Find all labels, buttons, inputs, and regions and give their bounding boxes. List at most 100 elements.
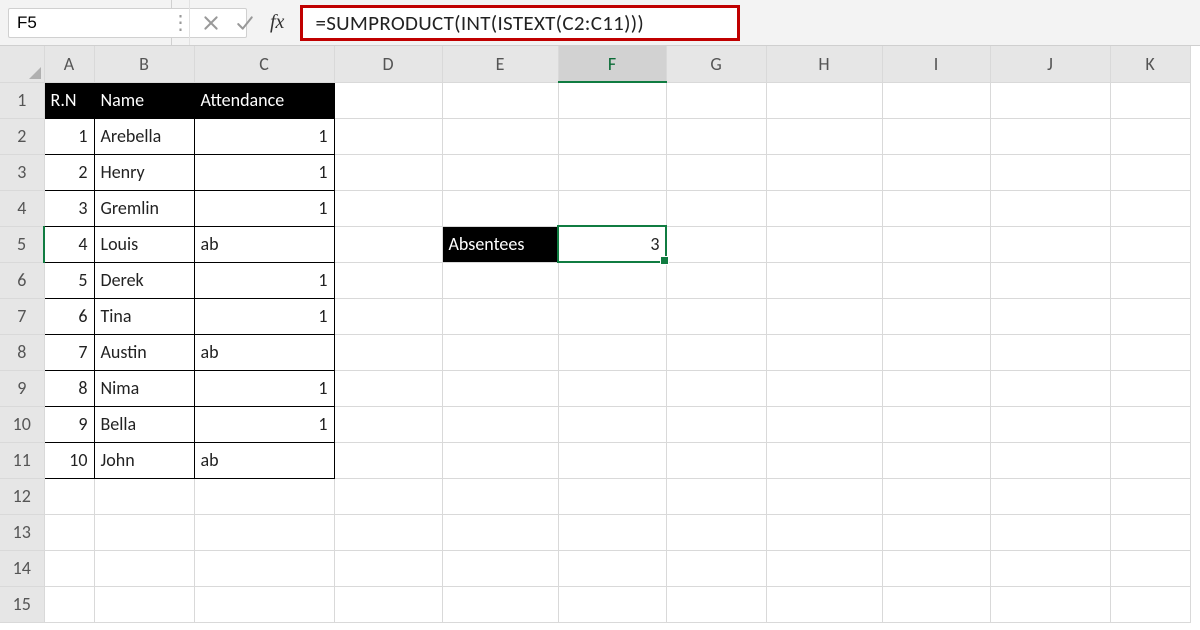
cell[interactable]: 4 bbox=[44, 226, 94, 262]
cell[interactable]: Tina bbox=[94, 298, 194, 334]
col-header[interactable]: B bbox=[94, 46, 194, 82]
cell[interactable] bbox=[990, 334, 1110, 370]
cell[interactable] bbox=[442, 190, 558, 226]
cell[interactable] bbox=[334, 478, 442, 514]
cell[interactable] bbox=[1110, 118, 1190, 154]
cell[interactable] bbox=[666, 370, 766, 406]
cell[interactable] bbox=[1110, 262, 1190, 298]
cell[interactable] bbox=[990, 118, 1110, 154]
cell[interactable] bbox=[1110, 442, 1190, 478]
cell[interactable] bbox=[442, 550, 558, 586]
cell[interactable] bbox=[882, 550, 990, 586]
cell[interactable] bbox=[44, 514, 94, 550]
cell[interactable] bbox=[766, 154, 882, 190]
cell[interactable] bbox=[1110, 298, 1190, 334]
cell[interactable] bbox=[666, 406, 766, 442]
cell[interactable] bbox=[882, 298, 990, 334]
cell[interactable] bbox=[766, 262, 882, 298]
cell[interactable] bbox=[1110, 406, 1190, 442]
cell[interactable] bbox=[558, 514, 666, 550]
cell[interactable] bbox=[666, 514, 766, 550]
cell[interactable] bbox=[882, 586, 990, 622]
absentees-label-cell[interactable]: Absentees bbox=[442, 226, 558, 262]
cell[interactable] bbox=[882, 154, 990, 190]
cell[interactable]: 1 bbox=[194, 154, 334, 190]
cell[interactable] bbox=[94, 478, 194, 514]
cell[interactable] bbox=[334, 82, 442, 118]
cell[interactable] bbox=[882, 406, 990, 442]
cell[interactable] bbox=[990, 406, 1110, 442]
fx-icon[interactable]: fx bbox=[270, 11, 284, 34]
cell[interactable] bbox=[1110, 550, 1190, 586]
cell[interactable] bbox=[558, 442, 666, 478]
row-header[interactable]: 2 bbox=[0, 118, 44, 154]
cell[interactable] bbox=[666, 586, 766, 622]
cell[interactable] bbox=[990, 298, 1110, 334]
cell[interactable] bbox=[334, 406, 442, 442]
cell[interactable] bbox=[558, 118, 666, 154]
cell[interactable] bbox=[558, 550, 666, 586]
cell[interactable] bbox=[558, 262, 666, 298]
cell[interactable] bbox=[882, 262, 990, 298]
row-header[interactable]: 3 bbox=[0, 154, 44, 190]
cell[interactable] bbox=[766, 334, 882, 370]
cell[interactable]: 1 bbox=[194, 298, 334, 334]
cell[interactable]: Attendance bbox=[194, 82, 334, 118]
row-header[interactable]: 4 bbox=[0, 190, 44, 226]
cell[interactable] bbox=[334, 550, 442, 586]
cell[interactable] bbox=[442, 478, 558, 514]
cell[interactable]: 1 bbox=[44, 118, 94, 154]
cell[interactable] bbox=[558, 586, 666, 622]
cell[interactable]: 8 bbox=[44, 370, 94, 406]
cell[interactable] bbox=[558, 478, 666, 514]
cell[interactable]: ab bbox=[194, 442, 334, 478]
cell[interactable]: Name bbox=[94, 82, 194, 118]
cell[interactable] bbox=[666, 262, 766, 298]
cell[interactable]: 2 bbox=[44, 154, 94, 190]
cell[interactable] bbox=[666, 82, 766, 118]
cell[interactable] bbox=[334, 442, 442, 478]
cell[interactable] bbox=[194, 586, 334, 622]
cell[interactable] bbox=[766, 118, 882, 154]
cell[interactable]: 1 bbox=[194, 190, 334, 226]
col-header[interactable]: G bbox=[666, 46, 766, 82]
cell[interactable] bbox=[194, 550, 334, 586]
cell[interactable] bbox=[1110, 226, 1190, 262]
cell[interactable] bbox=[766, 226, 882, 262]
cell[interactable] bbox=[666, 154, 766, 190]
row-header[interactable]: 13 bbox=[0, 514, 44, 550]
cell[interactable] bbox=[990, 262, 1110, 298]
enter-check-icon[interactable] bbox=[234, 12, 256, 34]
cell[interactable] bbox=[334, 514, 442, 550]
cell[interactable] bbox=[666, 442, 766, 478]
row-header[interactable]: 12 bbox=[0, 478, 44, 514]
cell[interactable] bbox=[334, 154, 442, 190]
cell[interactable] bbox=[558, 82, 666, 118]
cell[interactable] bbox=[1110, 154, 1190, 190]
cell[interactable] bbox=[442, 154, 558, 190]
cell[interactable] bbox=[666, 550, 766, 586]
cell[interactable] bbox=[766, 442, 882, 478]
cell[interactable]: 1 bbox=[194, 406, 334, 442]
cell[interactable] bbox=[442, 370, 558, 406]
col-header[interactable]: K bbox=[1110, 46, 1190, 82]
cell[interactable] bbox=[334, 262, 442, 298]
cell[interactable] bbox=[442, 298, 558, 334]
cell[interactable] bbox=[990, 478, 1110, 514]
cell[interactable] bbox=[990, 190, 1110, 226]
cell[interactable] bbox=[1110, 82, 1190, 118]
row-header[interactable]: 1 bbox=[0, 82, 44, 118]
row-header[interactable]: 9 bbox=[0, 370, 44, 406]
active-cell[interactable]: 3 bbox=[558, 226, 666, 262]
cell[interactable] bbox=[442, 514, 558, 550]
cell[interactable] bbox=[94, 514, 194, 550]
cell[interactable] bbox=[1110, 190, 1190, 226]
row-header[interactable]: 5 bbox=[0, 226, 44, 262]
cell[interactable] bbox=[194, 514, 334, 550]
cell[interactable]: ab bbox=[194, 226, 334, 262]
cell[interactable] bbox=[558, 334, 666, 370]
cell[interactable] bbox=[766, 370, 882, 406]
cell[interactable] bbox=[44, 586, 94, 622]
cell[interactable] bbox=[882, 226, 990, 262]
cell[interactable]: 5 bbox=[44, 262, 94, 298]
